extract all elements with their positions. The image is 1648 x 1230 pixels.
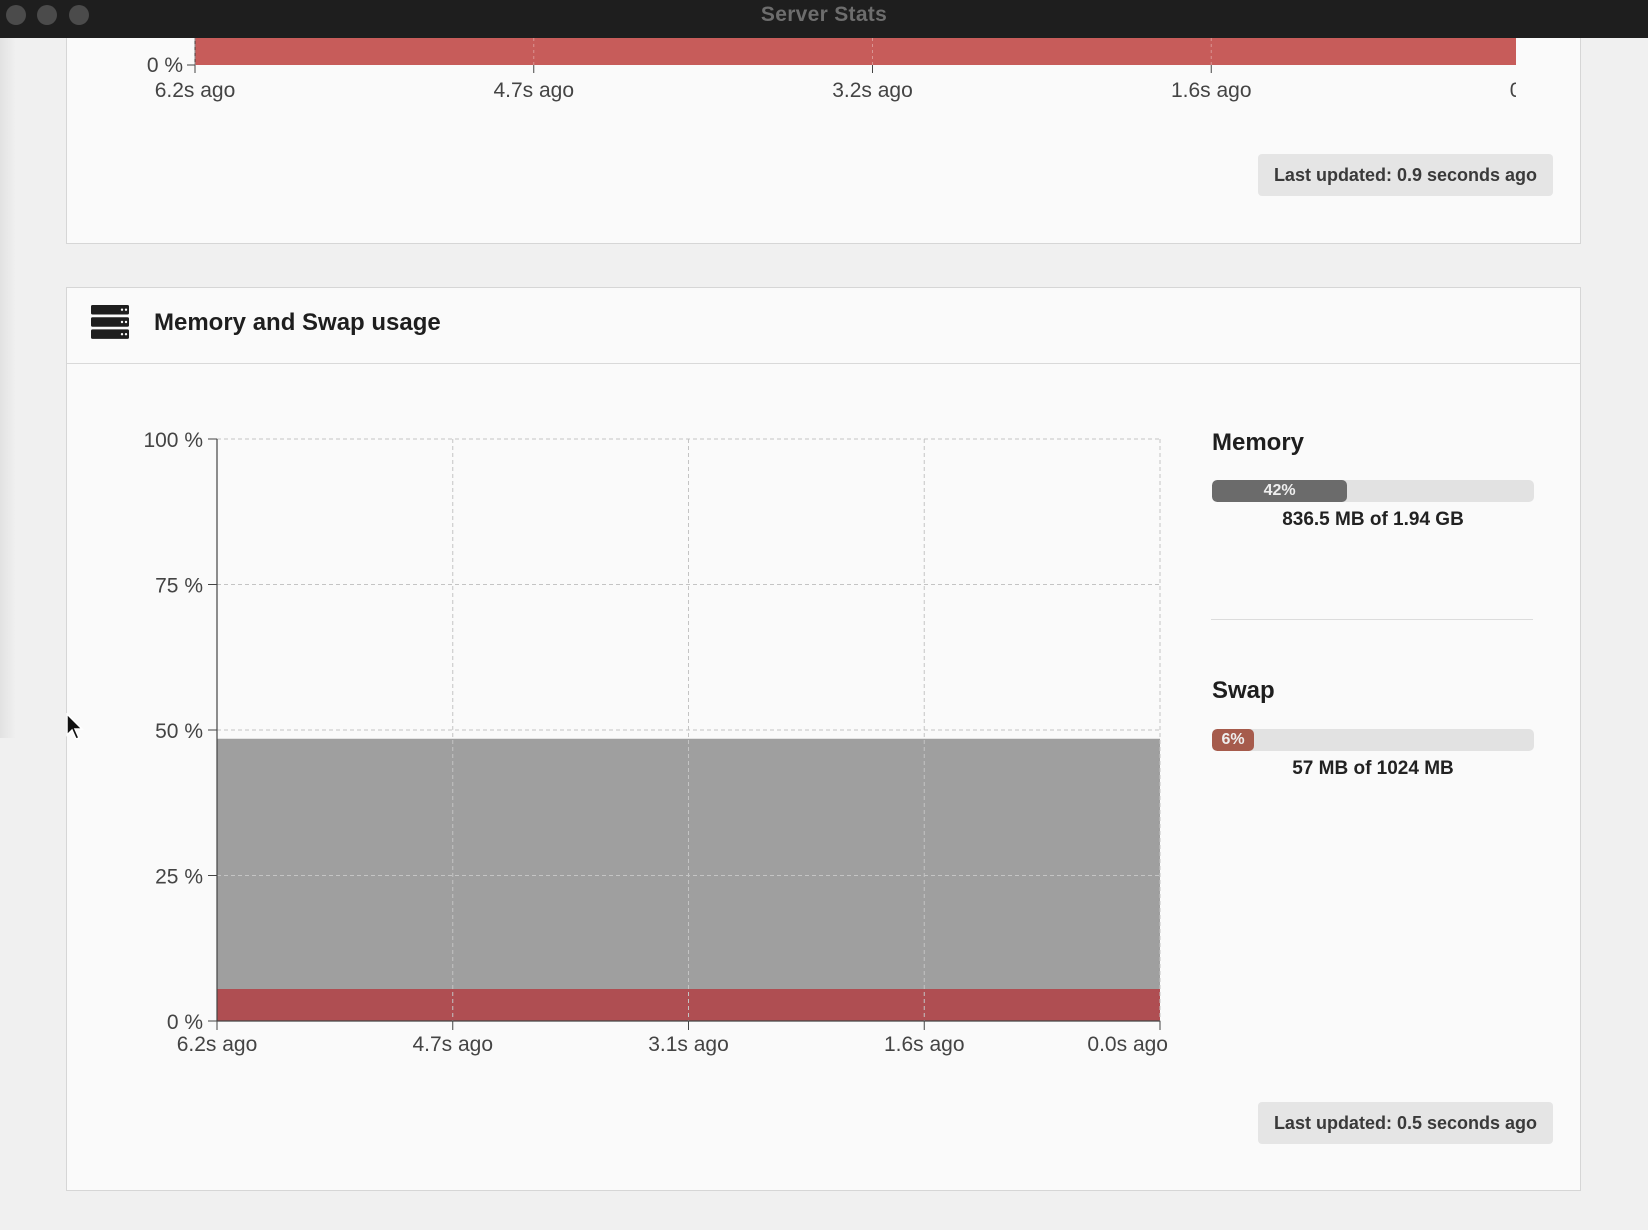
- cpu-x-tick-label: 4.7s ago: [493, 79, 574, 102]
- mouse-cursor-icon: [66, 713, 86, 743]
- window-edge-shadow: [0, 38, 16, 738]
- memory-last-updated-badge: Last updated: 0.5 seconds ago: [1258, 1102, 1553, 1144]
- server-rack-icon: [91, 305, 129, 339]
- cpu-x-tick-label: 6.2s ago: [155, 79, 236, 102]
- swap-percent-label: 6%: [1212, 729, 1254, 751]
- memory-progress-bar: 42%: [1212, 480, 1534, 502]
- memory-detail: 836.5 MB of 1.94 GB: [1212, 509, 1534, 531]
- card-title: Memory and Swap usage: [154, 309, 441, 337]
- swap-progress-bar: 6%: [1212, 729, 1534, 751]
- cpu-x-tick-label: 1.6s ago: [1171, 79, 1252, 102]
- cpu-usage-area: [195, 38, 1516, 65]
- card-header: Memory and Swap usage: [67, 288, 1580, 364]
- cpu-x-tick-label: 3.2s ago: [832, 79, 913, 102]
- window-title: Server Stats: [0, 3, 1648, 27]
- memory-stat-title: Memory: [1212, 429, 1304, 457]
- cpu-last-updated-badge: Last updated: 0.9 seconds ago: [1258, 154, 1553, 196]
- cpu-usage-chart: 6.2s ago 4.7s ago 3.2s ago 1.6s ago 0.0s ago…: [1, 38, 1516, 113]
- memory-percent-label: 42%: [1212, 480, 1347, 502]
- cpu-x-tick-label: 0.0s ago: [1510, 79, 1516, 102]
- cpu-y-tick-label: 0 %: [147, 54, 183, 77]
- window-titlebar: Server Stats: [0, 0, 1648, 38]
- stats-divider: [1211, 619, 1533, 620]
- swap-detail: 57 MB of 1024 MB: [1212, 758, 1534, 780]
- swap-stat-title: Swap: [1212, 677, 1275, 705]
- cpu-usage-card: 6.2s ago 4.7s ago 3.2s ago 1.6s ago 0.0s ago…: [66, 38, 1581, 244]
